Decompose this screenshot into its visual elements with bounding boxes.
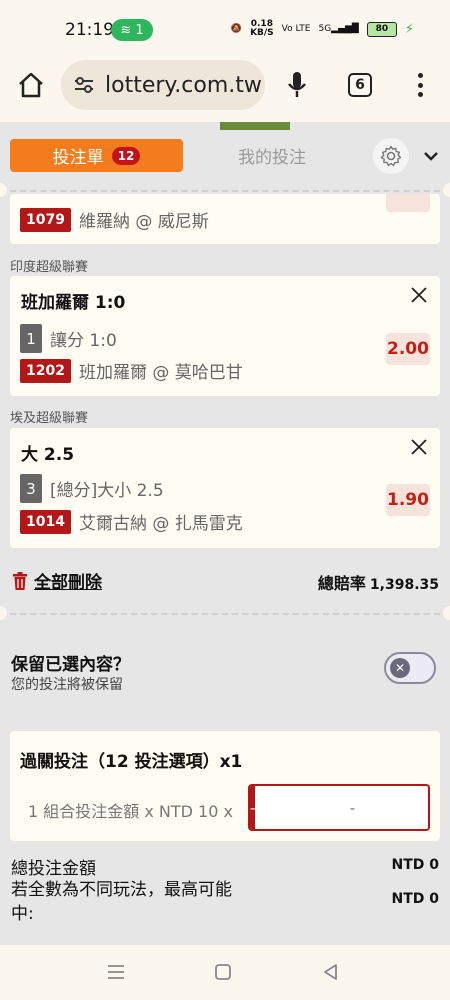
home-button[interactable] — [16, 70, 46, 100]
back-button[interactable] — [321, 963, 341, 981]
stake-stepper: - + — [248, 784, 430, 831]
bet-slip-tab-label: 投注單 — [52, 148, 104, 168]
keep-selections-toggle[interactable]: ✕ — [384, 652, 436, 684]
match-name: 維羅納 @ 威尼斯 — [78, 212, 209, 232]
delete-all-label: 全部刪除 — [34, 573, 102, 593]
close-icon — [411, 439, 427, 455]
divider — [0, 613, 450, 615]
hotspot-icon: ≋ — [120, 22, 132, 38]
match-line: 1079 維羅納 @ 威尼斯 — [20, 207, 209, 232]
recent-apps-button[interactable] — [106, 963, 126, 981]
total-odds-label: 總賠率 — [317, 574, 366, 593]
match-code-badge: 1014 — [20, 509, 71, 534]
voice-search-button[interactable] — [284, 70, 310, 100]
delete-all-button[interactable]: 全部刪除 — [12, 568, 102, 593]
home-icon — [19, 72, 43, 98]
bet-count-badge: 12 — [111, 146, 141, 165]
match-line: 1202 班加羅爾 @ 莫哈巴甘 — [20, 358, 243, 383]
bet-card: 班加羅爾 1:0 1 讓分 1:0 1202 班加羅爾 @ 莫哈巴甘 2.00 — [10, 276, 440, 396]
selection-title: 大 2.5 — [21, 445, 75, 465]
odds-box-partial — [386, 194, 430, 212]
volte-icon: Vo LTE — [281, 24, 311, 34]
market-line: 3 [總分]大小 2.5 — [20, 474, 164, 503]
microphone-icon — [288, 72, 306, 97]
ticket-notch — [443, 183, 450, 197]
total-stake-label: 總投注金額 — [11, 859, 96, 879]
hotspot-indicator: ≋ 1 — [111, 19, 153, 41]
status-bar: 21:19 ≋ 1 🔕 0.18 KB/S Vo LTE 5G▂▄▆█ 80 ⚡ — [0, 0, 450, 58]
market-name: 讓分 1:0 — [50, 331, 117, 351]
bet-slip-panel: 投注單 12 我的投注 1079 維羅納 @ 威尼斯 印度超級聯賽 班加羅爾 1… — [0, 122, 450, 945]
gear-icon — [380, 145, 402, 167]
market-number-badge: 1 — [20, 324, 42, 353]
square-icon — [215, 964, 231, 980]
keep-selections-title: 保留已選內容？ — [11, 655, 130, 675]
bet-card-partial: 1079 維羅納 @ 威尼斯 — [10, 194, 440, 244]
league-label: 印度超級聯賽 — [10, 260, 89, 275]
close-icon — [411, 287, 427, 303]
background-banner — [220, 122, 290, 130]
remove-selection-button[interactable] — [410, 286, 428, 304]
match-name: 班加羅爾 @ 莫哈巴甘 — [78, 363, 243, 383]
address-bar[interactable]: lottery.com.tw — [61, 60, 265, 110]
match-code-badge: 1079 — [20, 207, 71, 232]
charging-icon: ⚡ — [404, 21, 414, 37]
status-icons: 🔕 0.18 KB/S Vo LTE 5G▂▄▆█ 80 ⚡ — [231, 20, 414, 38]
tab-bet-slip[interactable]: 投注單 12 — [10, 139, 183, 172]
match-line: 1014 艾爾古納 @ 扎馬雷克 — [20, 509, 243, 534]
match-code-badge: 1202 — [20, 358, 71, 383]
signal-icon: 5G▂▄▆█ — [318, 24, 359, 34]
more-options-button[interactable] — [412, 70, 428, 100]
odds-value: 2.00 — [386, 333, 430, 365]
site-settings-icon[interactable] — [73, 74, 95, 96]
tab-switcher-button[interactable]: 6 — [348, 73, 372, 97]
bet-slip-header: 投注單 12 我的投注 — [0, 130, 450, 192]
dot-icon — [417, 73, 423, 78]
network-speed: 0.18 KB/S — [250, 19, 274, 38]
stake-label: 1 組合投注金額 x NTD 10 x — [28, 802, 233, 821]
url-text: lottery.com.tw — [105, 72, 262, 98]
total-stake-value: NTD 0 — [391, 857, 439, 873]
settings-button[interactable] — [373, 138, 409, 174]
home-nav-button[interactable] — [213, 963, 233, 981]
ticket-notch — [443, 606, 450, 620]
hotspot-count: 1 — [135, 22, 144, 38]
system-navigation-bar — [0, 945, 450, 1000]
market-number-badge: 3 — [20, 474, 42, 503]
odds-value: 1.90 — [386, 484, 430, 516]
trash-icon — [13, 571, 27, 590]
battery-icon: 80 — [366, 21, 397, 37]
max-win-value: NTD 0 — [391, 891, 439, 907]
market-name: [總分]大小 2.5 — [50, 481, 164, 501]
dot-icon — [417, 92, 423, 97]
back-triangle-icon — [324, 964, 337, 980]
mute-icon: 🔕 — [230, 24, 243, 34]
toggle-off-icon: ✕ — [390, 658, 410, 678]
remove-selection-button[interactable] — [410, 438, 428, 456]
collapse-button[interactable] — [420, 146, 442, 166]
chevron-down-icon — [424, 152, 438, 161]
selection-title: 班加羅爾 1:0 — [21, 293, 126, 313]
divider — [0, 190, 450, 192]
status-time: 21:19 — [65, 20, 114, 40]
menu-icon — [108, 965, 124, 979]
max-win-label: 若全數為不同玩法，最高可能中: — [11, 880, 232, 924]
total-odds: 總賠率 1,398.35 — [318, 570, 439, 594]
dot-icon — [417, 82, 423, 88]
market-line: 1 讓分 1:0 — [20, 324, 117, 353]
league-label: 埃及超級聯賽 — [10, 411, 89, 426]
match-name: 艾爾古納 @ 扎馬雷克 — [78, 514, 243, 534]
tab-my-bets[interactable]: 我的投注 — [200, 139, 344, 172]
stake-input[interactable] — [255, 786, 428, 829]
ticket-notch — [0, 606, 7, 620]
bet-card: 大 2.5 3 [總分]大小 2.5 1014 艾爾古納 @ 扎馬雷克 1.90 — [10, 428, 440, 548]
browser-toolbar: lottery.com.tw 6 — [0, 58, 450, 122]
parlay-title: 過關投注（12 投注選項）x1 — [20, 752, 243, 772]
parlay-card: 過關投注（12 投注選項）x1 1 組合投注金額 x NTD 10 x - + — [10, 731, 440, 841]
keep-selections-subtitle: 您的投注將被保留 — [11, 677, 123, 693]
total-odds-value: 1,398.35 — [369, 577, 439, 593]
